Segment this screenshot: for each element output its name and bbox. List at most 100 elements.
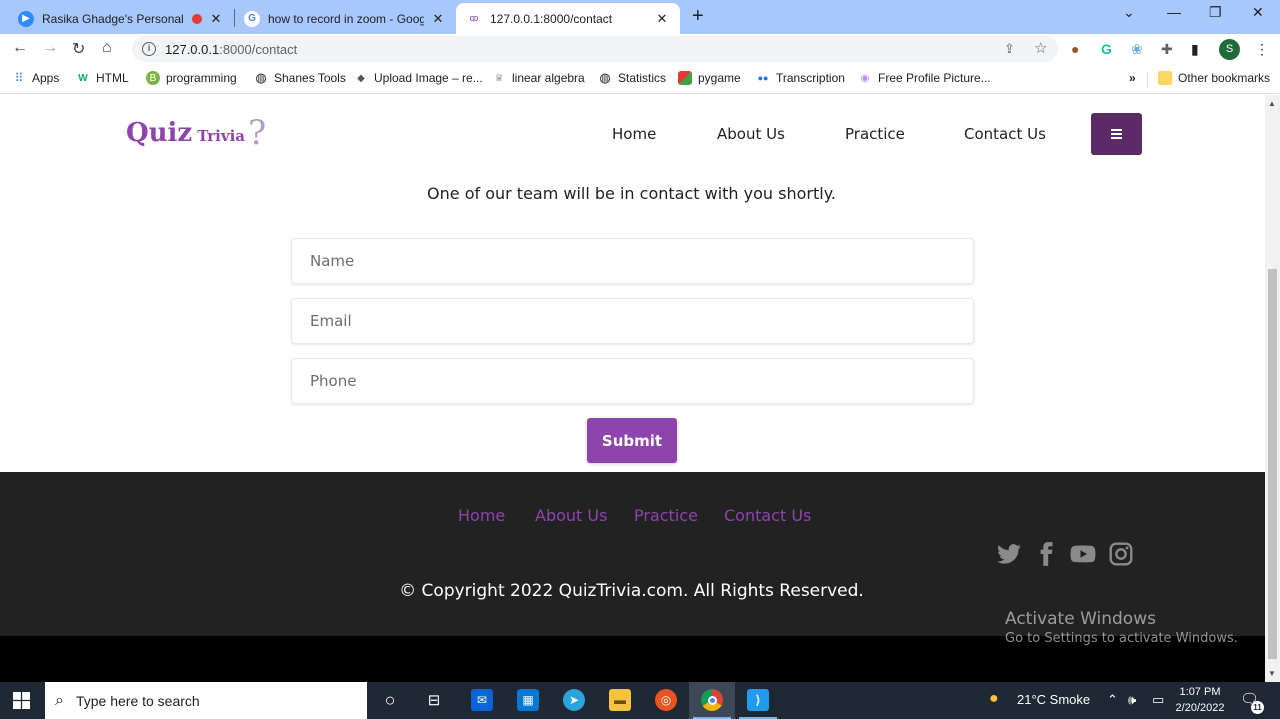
- nav-contact-us[interactable]: Contact Us: [964, 125, 1046, 143]
- scroll-down-arrow-icon[interactable]: ▼: [1268, 669, 1276, 678]
- windows-taskbar: ⌕ Type here to search ○ ⊟ ✉ ▦ ➤ ▬ ◎ ⟩ ● …: [0, 682, 1280, 719]
- bookmark-apps[interactable]: ⠿ Apps: [12, 71, 60, 85]
- bookmarks-divider: [1147, 72, 1148, 88]
- reload-icon[interactable]: ↻: [72, 39, 85, 59]
- globe-icon: ◍: [599, 70, 611, 85]
- side-panel-icon[interactable]: ▮: [1191, 41, 1199, 58]
- task-view-icon[interactable]: ⊟: [423, 689, 445, 711]
- profile-avatar[interactable]: S: [1219, 39, 1240, 60]
- bookmark-linear-algebra[interactable]: ♕ linear algebra: [492, 71, 585, 85]
- tab-search-icon[interactable]: ⌄: [1123, 4, 1135, 21]
- facebook-icon[interactable]: [1033, 541, 1059, 567]
- twitter-icon[interactable]: [996, 541, 1022, 567]
- telegram-icon[interactable]: ➤: [563, 689, 585, 711]
- bookmarks-bar: ⠿ Apps W HTML Bprogramming ◍ Shanes Tools ◆…: [0, 64, 1280, 94]
- activate-windows-watermark: Activate Windows Go to Settings to activ…: [1005, 609, 1238, 646]
- cookie-extension-icon[interactable]: ●: [1071, 41, 1079, 57]
- minimize-icon[interactable]: —: [1167, 4, 1181, 20]
- tab-google-search[interactable]: G how to record in zoom - Google ✕: [234, 3, 456, 34]
- menu-button[interactable]: [1091, 113, 1142, 155]
- scroll-up-arrow-icon[interactable]: ▲: [1268, 99, 1276, 108]
- address-bar[interactable]: i 127.0.0.1:8000/contact ⇪ ☆: [132, 36, 1058, 62]
- vscode-icon[interactable]: ⟩: [747, 689, 769, 711]
- forward-icon[interactable]: →: [42, 39, 58, 57]
- store-icon[interactable]: ▦: [517, 689, 539, 711]
- tab-zoom-meeting[interactable]: ▶ Rasika Ghadge's Personal Me ✕: [8, 3, 234, 34]
- zoom-icon: ▶: [18, 10, 34, 27]
- name-input[interactable]: [291, 238, 974, 284]
- bookmark-pygame[interactable]: pygame: [678, 71, 741, 85]
- bookmark-transcription[interactable]: ●● Transcription: [756, 71, 845, 85]
- w3-icon: W: [78, 72, 88, 84]
- windows-start-icon[interactable]: [13, 692, 30, 709]
- more-menu-icon[interactable]: ⋮: [1255, 41, 1269, 58]
- battery-icon[interactable]: ▭: [1152, 692, 1164, 708]
- more-bookmarks-button[interactable]: »: [1129, 71, 1136, 85]
- site-header: Quiz Trivia ? Home About Us Practice Con…: [0, 95, 1265, 173]
- file-explorer-icon[interactable]: ▬: [609, 689, 631, 711]
- profile-pic-icon: ◉: [860, 72, 870, 84]
- chrome-center-icon: [707, 695, 717, 705]
- notification-count-badge: 11: [1251, 701, 1264, 714]
- scrollbar-thumb[interactable]: [1268, 269, 1277, 659]
- email-input[interactable]: [291, 298, 974, 344]
- close-tab-icon[interactable]: ✕: [208, 11, 224, 27]
- show-hidden-icons-icon[interactable]: ⌃: [1107, 692, 1118, 708]
- bookmark-html[interactable]: W HTML: [76, 71, 128, 85]
- volume-icon[interactable]: 🕪: [1128, 692, 1136, 708]
- restore-icon[interactable]: ❐: [1209, 4, 1222, 21]
- footer-link-about-us[interactable]: About Us: [535, 506, 607, 525]
- page-scrollbar[interactable]: ▲ ▼: [1265, 95, 1280, 682]
- url-host: 127.0.0.1: [165, 41, 220, 57]
- bookmark-programming[interactable]: Bprogramming: [146, 71, 237, 85]
- weather-icon[interactable]: ●: [989, 690, 999, 708]
- back-icon[interactable]: ←: [12, 39, 28, 57]
- share-icon[interactable]: ⇪: [1004, 41, 1015, 57]
- weather-text[interactable]: 21°C Smoke: [1017, 692, 1090, 707]
- close-tab-icon[interactable]: ✕: [430, 11, 446, 27]
- footer-link-contact-us[interactable]: Contact Us: [724, 506, 811, 525]
- submit-button[interactable]: Submit: [587, 418, 677, 463]
- contact-intro: One of our team will be in contact with …: [427, 184, 836, 203]
- search-icon: ⌕: [55, 691, 64, 709]
- mail-icon[interactable]: ✉: [471, 689, 493, 711]
- bookmark-statistics[interactable]: ◍ Statistics: [598, 70, 666, 85]
- footer-link-home[interactable]: Home: [458, 506, 505, 525]
- phone-input[interactable]: [291, 358, 974, 404]
- globe-icon: ◍: [255, 70, 267, 85]
- site-logo[interactable]: Quiz Trivia ?: [126, 113, 267, 153]
- chrome-icon[interactable]: [701, 689, 723, 711]
- nav-practice[interactable]: Practice: [845, 125, 905, 143]
- bookmark-star-icon[interactable]: ☆: [1034, 39, 1047, 57]
- recording-icon: [192, 13, 202, 24]
- tab-strip: ▶ Rasika Ghadge's Personal Me ✕ G how to…: [0, 0, 1280, 34]
- youtube-icon[interactable]: [1070, 541, 1096, 567]
- close-tab-icon[interactable]: ✕: [654, 11, 670, 27]
- taskbar-search-box[interactable]: ⌕ Type here to search: [45, 682, 367, 719]
- nav-about-us[interactable]: About Us: [717, 125, 785, 143]
- grammarly-icon[interactable]: G: [1101, 41, 1112, 57]
- site-favicon: ꝏ: [469, 13, 479, 23]
- extensions-puzzle-icon[interactable]: ✚: [1161, 41, 1173, 58]
- folder-icon: [1158, 71, 1172, 85]
- bookmark-free-profile-picture[interactable]: ◉ Free Profile Picture...: [858, 71, 991, 85]
- new-tab-button[interactable]: +: [692, 5, 704, 28]
- instagram-icon[interactable]: [1108, 541, 1134, 567]
- other-bookmarks[interactable]: Other bookmarks: [1158, 71, 1270, 85]
- site-info-icon[interactable]: i: [142, 42, 156, 56]
- question-mark-icon: ?: [248, 113, 267, 153]
- cortana-icon[interactable]: ○: [379, 689, 401, 711]
- b-icon: B: [146, 71, 160, 85]
- taskbar-clock[interactable]: 1:07 PM 2/20/2022: [1172, 684, 1228, 716]
- home-icon[interactable]: ⌂: [102, 39, 112, 57]
- bookmark-shanes-tools[interactable]: ◍ Shanes Tools: [254, 70, 346, 85]
- extension-icon[interactable]: ❀: [1131, 41, 1143, 58]
- ubuntu-icon[interactable]: ◎: [655, 689, 677, 711]
- bookmark-upload-image[interactable]: ◆ Upload Image – re...: [354, 71, 483, 85]
- google-icon: G: [244, 10, 260, 27]
- tab-contact-page[interactable]: ꝏ 127.0.0.1:8000/contact ✕: [456, 3, 680, 34]
- nav-home[interactable]: Home: [612, 125, 656, 143]
- page-viewport: Quiz Trivia ? Home About Us Practice Con…: [0, 95, 1265, 682]
- footer-link-practice[interactable]: Practice: [634, 506, 698, 525]
- close-window-icon[interactable]: ✕: [1252, 4, 1264, 21]
